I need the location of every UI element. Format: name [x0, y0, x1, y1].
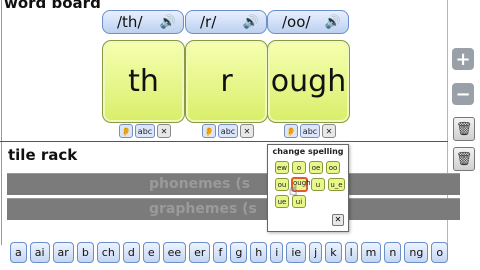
key-m[interactable]: m	[360, 242, 382, 263]
minus-icon[interactable]: −	[452, 83, 474, 105]
grapheme-option[interactable]: ue	[275, 195, 289, 208]
abc-button[interactable]: abc	[300, 124, 320, 138]
key-d[interactable]: d	[122, 242, 140, 263]
key-h[interactable]: h	[250, 242, 268, 263]
grapheme-option[interactable]: ou	[275, 178, 289, 191]
abc-button[interactable]: abc	[218, 124, 238, 138]
remove-tile-button[interactable]: ✕	[322, 124, 336, 138]
key-f[interactable]: f	[213, 242, 228, 263]
grapheme-option[interactable]: u_e	[328, 178, 345, 191]
key-n[interactable]: n	[384, 242, 402, 263]
change-spelling-popup: change spelling ew o oe oo ou ough u u_e…	[267, 144, 349, 232]
grapheme-option[interactable]: ew	[275, 161, 289, 174]
phonemes-band: phonemes (s	[7, 173, 460, 195]
hand-cursor-icon: ☝	[289, 183, 298, 199]
word-board-title: word board	[4, 0, 101, 12]
key-a[interactable]: a	[10, 242, 27, 263]
phoneme-label: /r/	[200, 13, 217, 31]
key-er[interactable]: er	[189, 242, 211, 263]
grapheme-option[interactable]: o	[292, 161, 306, 174]
graphemes-band: graphemes (s	[7, 198, 460, 220]
grapheme-option[interactable]: oe	[309, 161, 323, 174]
phoneme-label: /th/	[117, 13, 143, 31]
key-b[interactable]: b	[76, 242, 94, 263]
phoneme-label: /oo/	[282, 13, 311, 31]
ear-icon[interactable]: 👂	[202, 124, 216, 138]
key-j[interactable]: j	[309, 242, 323, 263]
grapheme-tile-2[interactable]: r	[185, 40, 268, 123]
grapheme-option[interactable]: u	[311, 178, 325, 191]
speaker-icon: 🔊	[324, 14, 341, 30]
tile-controls-3: 👂 abc ✕	[284, 124, 336, 138]
key-ie[interactable]: ie	[286, 242, 307, 263]
tile-controls-2: 👂 abc ✕	[202, 124, 254, 138]
grapheme-option[interactable]: oo	[326, 161, 340, 174]
phoneme-button-2[interactable]: /r/ 🔊	[185, 10, 267, 34]
key-ch[interactable]: ch	[96, 242, 120, 263]
abc-button[interactable]: abc	[135, 124, 155, 138]
key-k[interactable]: k	[325, 242, 342, 263]
section-divider	[0, 141, 448, 142]
remove-tile-button[interactable]: ✕	[157, 124, 171, 138]
tile-rack-title: tile rack	[8, 146, 78, 164]
key-ng[interactable]: ng	[404, 242, 429, 263]
close-popup-button[interactable]: ✕	[332, 214, 344, 226]
key-i[interactable]: i	[270, 242, 284, 263]
grapheme-tile-1[interactable]: th	[102, 40, 185, 123]
key-e[interactable]: e	[142, 242, 160, 263]
popup-title: change spelling	[272, 147, 344, 156]
key-ee[interactable]: ee	[162, 242, 187, 263]
key-o[interactable]: o	[431, 242, 449, 263]
ear-icon[interactable]: 👂	[284, 124, 298, 138]
key-ai[interactable]: ai	[29, 242, 50, 263]
speaker-icon: 🔊	[159, 14, 176, 30]
key-g[interactable]: g	[230, 242, 248, 263]
speaker-icon: 🔊	[242, 14, 259, 30]
remove-tile-button[interactable]: ✕	[240, 124, 254, 138]
trash-icon[interactable]: 🗑	[453, 147, 475, 171]
plus-icon[interactable]: +	[452, 48, 474, 70]
left-border	[1, 0, 2, 245]
phoneme-button-3[interactable]: /oo/ 🔊	[267, 10, 349, 34]
key-ar[interactable]: ar	[52, 242, 74, 263]
phoneme-button-1[interactable]: /th/ 🔊	[102, 10, 184, 34]
key-l[interactable]: l	[344, 242, 358, 263]
ear-icon[interactable]: 👂	[119, 124, 133, 138]
grapheme-tile-3[interactable]: ough	[267, 40, 350, 123]
grapheme-keyboard: a ai ar b ch d e ee er f g h i ie j k l …	[10, 242, 449, 263]
tile-controls-1: 👂 abc ✕	[119, 124, 171, 138]
trash-icon[interactable]: 🗑	[453, 117, 475, 141]
